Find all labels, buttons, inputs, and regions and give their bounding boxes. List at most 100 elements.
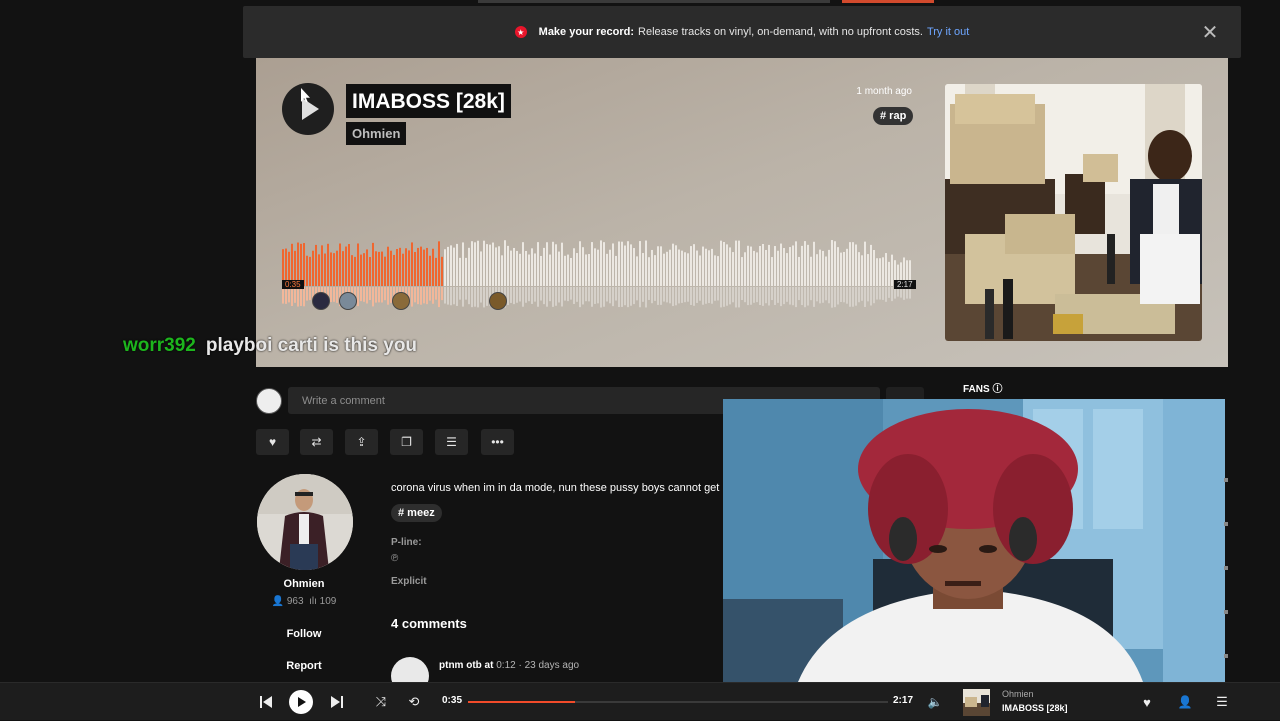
fans-heading: FANS ⓘ (963, 380, 1002, 395)
waveform-bar (549, 254, 551, 286)
waveform-bar (582, 247, 584, 286)
volume-button[interactable]: 🔈 (926, 683, 944, 721)
promo-body: Release tracks on vinyl, on-demand, with… (638, 26, 923, 38)
waveform-bar (486, 244, 488, 286)
waveform-bar (786, 253, 788, 286)
next-button[interactable] (326, 683, 348, 721)
fan-list-marker (1224, 566, 1228, 570)
track-hero: IMABOSS [28k] Ohmien 1 month ago # rap 0… (256, 58, 1228, 367)
player-follow-button[interactable]: 👤 (1176, 683, 1194, 721)
waveform-bar-reflection (603, 287, 605, 307)
waveform-bar-reflection (510, 287, 512, 303)
waveform-bar (849, 242, 851, 286)
shuffle-button[interactable]: ⤨ (372, 683, 390, 721)
share-button[interactable]: ⇪ (345, 429, 378, 455)
track-artist[interactable]: Ohmien (346, 122, 407, 145)
waveform-bar-reflection (375, 287, 377, 303)
waveform-bar (738, 240, 740, 286)
waveform-bar (558, 251, 560, 286)
waveform-bar (543, 247, 545, 286)
follow-button[interactable]: Follow (256, 628, 352, 640)
waveform-bar (381, 251, 383, 286)
promo-try-link[interactable]: Try it out (927, 26, 969, 38)
waveform-bar (798, 256, 800, 286)
comment-avatar-marker[interactable] (392, 292, 410, 310)
repost-icon: ⇄ (311, 435, 322, 449)
player-title[interactable]: IMABOSS [28k] (1002, 703, 1068, 713)
waveform-bar-reflection (651, 287, 653, 304)
repeat-button[interactable]: ⟲ (405, 683, 423, 721)
waveform-bar-reflection (852, 287, 854, 307)
waveform-bar-reflection (621, 287, 623, 307)
waveform-bar-reflection (591, 287, 593, 307)
waveform-bar-reflection (582, 287, 584, 305)
report-button[interactable]: Report (256, 660, 352, 672)
waveform-bar-reflection (465, 287, 467, 300)
player-artist[interactable]: Ohmien (1002, 689, 1034, 699)
waveform-bar-reflection (693, 287, 695, 306)
waveform-bar (564, 255, 566, 286)
waveform-bar-reflection (825, 287, 827, 301)
waveform-bar-reflection (429, 287, 431, 301)
waveform-bar (384, 256, 386, 286)
player-total-time: 2:17 (893, 695, 914, 706)
comment-user[interactable]: ptnm otb (439, 660, 482, 671)
waveform-bar (888, 261, 890, 286)
artist-name[interactable]: Ohmien (256, 578, 352, 590)
waveform-bar-reflection (834, 287, 836, 308)
player-progress-bar[interactable] (468, 701, 888, 703)
copy-link-button[interactable]: ❐ (390, 429, 423, 455)
play-button[interactable] (282, 83, 334, 135)
waveform-bar-reflection (777, 287, 779, 303)
waveform-bar (795, 241, 797, 286)
waveform-bar-reflection (645, 287, 647, 308)
waveform-bar (831, 240, 833, 286)
more-button[interactable]: ••• (481, 429, 514, 455)
info-icon[interactable]: ⓘ (992, 384, 1002, 395)
waveform-bar-reflection (627, 287, 629, 308)
tag-meez[interactable]: # meez (391, 504, 442, 522)
waveform-bar-reflection (585, 287, 587, 302)
waveform-bar-reflection (756, 287, 758, 303)
waveform-bar (462, 242, 464, 286)
genre-tag[interactable]: # rap (873, 107, 914, 125)
like-button[interactable]: ♥ (256, 429, 289, 455)
waveform-bar-reflection (642, 287, 644, 302)
waveform-bar-reflection (366, 287, 368, 304)
track-title: IMABOSS [28k] (346, 84, 511, 118)
comment-avatar-marker[interactable] (339, 292, 357, 310)
artist-avatar[interactable] (257, 474, 353, 570)
previous-button[interactable] (255, 683, 277, 721)
comment-avatar-marker[interactable] (489, 292, 507, 310)
waveform-bar (537, 242, 539, 286)
waveform-bar (672, 243, 674, 286)
waveform-bar (522, 242, 524, 286)
waveform-bar-reflection (786, 287, 788, 302)
waveform[interactable] (282, 238, 912, 313)
avatar[interactable] (256, 388, 282, 414)
waveform-total-time: 2:17 (894, 280, 916, 289)
chat-text: playboi carti is this you (205, 335, 418, 356)
waveform-bar (585, 254, 587, 286)
waveform-bar (573, 248, 575, 286)
waveform-bar (792, 245, 794, 286)
waveform-bar (645, 240, 647, 286)
player-play-button[interactable] (289, 690, 313, 714)
comment-timestamp[interactable]: 0:12 (496, 660, 515, 671)
waveform-bar-reflection (750, 287, 752, 305)
player-artwork[interactable] (963, 689, 990, 716)
waveform-bar (345, 246, 347, 286)
repost-button[interactable]: ⇄ (300, 429, 333, 455)
add-to-playlist-button[interactable]: ☰ (435, 429, 468, 455)
waveform-bar-reflection (876, 287, 878, 300)
tracks-count: 109 (319, 596, 337, 607)
close-icon[interactable]: ✕ (1198, 20, 1222, 44)
comment-avatar-marker[interactable] (312, 292, 330, 310)
player-like-button[interactable]: ♥ (1138, 683, 1156, 721)
waveform-bar-reflection (753, 287, 755, 303)
queue-button[interactable]: ☰ (1213, 683, 1231, 721)
waveform-bar (720, 240, 722, 286)
waveform-bar (471, 241, 473, 286)
waveform-bar (756, 252, 758, 286)
waveform-bar-reflection (414, 287, 416, 303)
